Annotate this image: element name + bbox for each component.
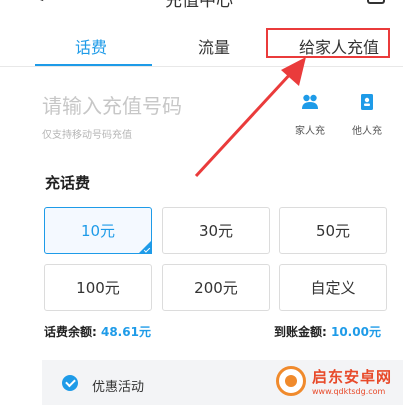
family-icon — [302, 94, 318, 109]
amount-label: 200元 — [194, 279, 238, 297]
watermark-url: www.qdktsdg.com — [312, 387, 386, 396]
balance-info: 话费余额: 48.61元 — [44, 323, 151, 340]
amount-option-200[interactable]: 200元 — [162, 264, 270, 311]
amount-option-100[interactable]: 100元 — [44, 264, 152, 311]
amount-label: 自定义 — [310, 279, 356, 297]
arrival-amount-value: 10.00元 — [330, 325, 381, 339]
tab-divider — [0, 66, 403, 67]
balance-label: 话费余额: — [44, 325, 101, 339]
page-title: 充值中心 — [165, 0, 233, 11]
site-watermark: 启东安卓网 www.qdktsdg.com — [272, 360, 403, 405]
family-recharge-label: 家人充 — [295, 126, 325, 137]
amount-label: 30元 — [198, 222, 234, 240]
phone-number-input[interactable] — [42, 92, 242, 120]
amount-option-10[interactable]: 10元 — [44, 207, 152, 254]
top-header: < 充值中心 — [0, 0, 403, 11]
contact-book-icon — [361, 94, 373, 110]
watermark-logo-icon — [276, 366, 306, 396]
amount-option-custom[interactable]: 自定义 — [279, 264, 387, 311]
watermark-title: 启东安卓网 — [312, 368, 393, 386]
balance-value: 48.61元 — [100, 325, 151, 339]
others-recharge-button[interactable]: 他人充 — [344, 92, 390, 142]
amount-option-30[interactable]: 30元 — [162, 207, 270, 254]
family-recharge-button[interactable]: 家人充 — [287, 92, 333, 142]
amount-label: 10元 — [80, 222, 116, 240]
back-icon[interactable]: < — [30, 0, 45, 7]
tab-data[interactable]: 流量 — [198, 34, 230, 58]
amount-label: 50元 — [315, 222, 351, 240]
arrival-amount-info: 到账金额: 10.00元 — [274, 323, 381, 340]
phone-input-hint: 仅支持移动号码充值 — [42, 130, 132, 141]
arrival-amount-label: 到账金额: — [274, 325, 331, 339]
annotation-highlight-box — [266, 28, 390, 58]
amount-label: 100元 — [76, 279, 120, 297]
tab-phone-bill[interactable]: 话费 — [75, 34, 107, 58]
promo-checkbox-icon[interactable] — [62, 375, 78, 391]
menu-icon[interactable] — [367, 0, 385, 4]
others-recharge-label: 他人充 — [352, 126, 382, 137]
amount-option-50[interactable]: 50元 — [279, 207, 387, 254]
recharge-section-title: 充话费 — [45, 174, 91, 192]
promo-label: 优惠活动 — [92, 380, 145, 395]
